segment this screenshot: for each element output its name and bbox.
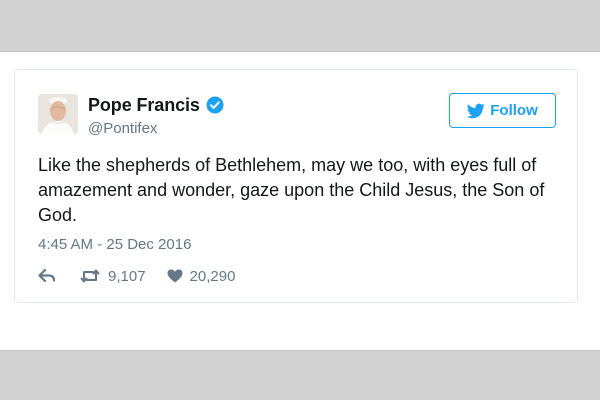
- like-count: 20,290: [189, 267, 236, 285]
- twitter-bird-icon: [467, 103, 485, 119]
- tweet-timestamp[interactable]: 4:45 AM - 25 Dec 2016: [38, 236, 191, 253]
- bottom-band: [0, 350, 600, 400]
- tweet-text: Like the shepherds of Bethlehem, may we …: [38, 155, 545, 225]
- retweet-icon: [80, 269, 100, 283]
- retweet-button[interactable]: 9,107: [80, 268, 146, 285]
- like-button[interactable]: 20,290: [167, 267, 236, 285]
- tweet-card: Pope Francis @Pontifex Follow Like the s…: [14, 69, 578, 303]
- verified-badge-icon: [206, 96, 224, 114]
- heart-icon: [167, 269, 183, 283]
- author-name[interactable]: Pope Francis: [88, 95, 200, 116]
- tweet-actions: 9,107 20,290: [38, 266, 235, 286]
- top-band: [0, 0, 600, 52]
- follow-label: Follow: [490, 102, 538, 119]
- author-handle[interactable]: @Pontifex: [88, 120, 157, 137]
- reply-icon[interactable]: [38, 269, 58, 283]
- retweet-count: 9,107: [108, 267, 146, 285]
- author-row: Pope Francis: [88, 94, 224, 116]
- avatar[interactable]: [38, 94, 78, 134]
- follow-button[interactable]: Follow: [449, 93, 556, 128]
